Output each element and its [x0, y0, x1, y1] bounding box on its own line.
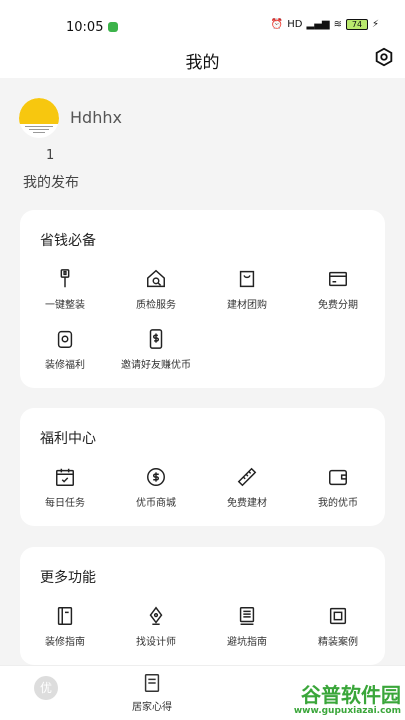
paint-roller-icon: [60, 269, 70, 288]
renovation-benefits-button[interactable]: 装修福利: [20, 328, 110, 378]
finished-cases-button[interactable]: 精装案例: [293, 605, 383, 655]
free-installment-button[interactable]: 免费分期: [293, 268, 383, 318]
shopping-bag-icon: [239, 270, 255, 288]
username[interactable]: Hdhhx: [70, 108, 122, 127]
item-label: 建材团购: [227, 300, 267, 311]
item-label: 优币商城: [136, 498, 176, 509]
watermark-url: www.gupuxiazai.com: [293, 706, 401, 716]
savings-card: 省钱必备 一键整装 质检服务 建材团购 免费分期 装修福利 邀请好友赚优币: [20, 210, 385, 388]
watermark: 谷普软件园 www.gupuxiazai.com: [294, 684, 401, 716]
guide-book-icon: [57, 607, 73, 625]
notebook-icon: [239, 607, 255, 625]
item-label: 免费建材: [227, 498, 267, 509]
item-label: 精装案例: [318, 637, 358, 648]
page-title: 我的: [185, 53, 220, 73]
signal-icon: ▂▄▆: [306, 19, 330, 30]
invite-friends-button[interactable]: 邀请好友赚优币: [111, 328, 201, 378]
settings-icon[interactable]: [373, 46, 395, 68]
tab-home-notes[interactable]: 居家心得: [112, 672, 192, 713]
status-icons: ⏰ HD ▂▄▆ ≋ 74 ⚡: [271, 19, 379, 30]
item-label: 找设计师: [136, 637, 176, 648]
more-title: 更多功能: [40, 570, 96, 586]
wifi-icon: ≋: [333, 19, 342, 30]
item-label: 邀请好友赚优币: [121, 360, 191, 371]
item-label: 免费分期: [318, 300, 358, 311]
battery-icon: 74: [345, 19, 368, 30]
status-time: 10:05: [66, 20, 104, 35]
pitfall-guide-button[interactable]: 避坑指南: [202, 605, 292, 655]
gift-box-icon: [57, 330, 73, 348]
welfare-card: 福利中心 每日任务 优币商城 免费建材 我的优币: [20, 408, 385, 526]
tab-label: 居家心得: [132, 702, 172, 713]
free-materials-button[interactable]: 免费建材: [202, 466, 292, 516]
welfare-title: 福利中心: [40, 431, 96, 447]
my-posts-label[interactable]: 我的发布: [23, 172, 79, 192]
item-label: 一键整装: [45, 300, 85, 311]
one-click-renovation-button[interactable]: 一键整装: [20, 268, 110, 318]
savings-title: 省钱必备: [40, 233, 96, 249]
daily-tasks-button[interactable]: 每日任务: [20, 466, 110, 516]
item-label: 装修福利: [45, 360, 85, 371]
materials-group-buy-button[interactable]: 建材团购: [202, 268, 292, 318]
pen-nib-icon: [149, 606, 163, 625]
notification-dot-icon: [108, 22, 118, 32]
phone-dollar-icon: [149, 329, 163, 349]
credit-card-icon: [329, 271, 347, 287]
bottom-tab-bar: 优 居家心得 谷普软件园 www.gupuxiazai.com: [0, 665, 405, 720]
more-features-card: 更多功能 装修指南 找设计师 避坑指南 精装案例: [20, 547, 385, 665]
profile-section: Hdhhx 1 我的发布: [0, 78, 405, 208]
item-label: 避坑指南: [227, 637, 267, 648]
nav-bar: 我的: [0, 40, 405, 78]
item-label: 装修指南: [45, 637, 85, 648]
alarm-icon: ⏰: [270, 19, 284, 30]
youbi-badge: 优: [34, 676, 58, 700]
charging-icon: ⚡: [371, 19, 379, 30]
wallet-icon: [329, 469, 347, 486]
tab-youbi[interactable]: 优: [6, 672, 86, 700]
status-bar: 10:05 ⏰ HD ▂▄▆ ≋ 74 ⚡: [0, 0, 405, 40]
renovation-guide-button[interactable]: 装修指南: [20, 605, 110, 655]
avatar[interactable]: [19, 98, 59, 138]
post-count[interactable]: 1: [46, 148, 54, 163]
network-label: HD: [287, 19, 303, 30]
house-search-icon: [147, 269, 165, 288]
item-label: 质检服务: [136, 300, 176, 311]
item-label: 每日任务: [45, 498, 85, 509]
album-icon: [329, 607, 347, 625]
item-label: 我的优币: [318, 498, 358, 509]
notes-icon: [144, 674, 160, 692]
calendar-check-icon: [56, 468, 74, 486]
coin-dollar-icon: [147, 468, 165, 486]
my-coins-button[interactable]: 我的优币: [293, 466, 383, 516]
find-designer-button[interactable]: 找设计师: [111, 605, 201, 655]
watermark-text: 谷普软件园: [301, 683, 401, 707]
ruler-icon: [237, 467, 257, 487]
quality-inspection-button[interactable]: 质检服务: [111, 268, 201, 318]
coin-mall-button[interactable]: 优币商城: [111, 466, 201, 516]
